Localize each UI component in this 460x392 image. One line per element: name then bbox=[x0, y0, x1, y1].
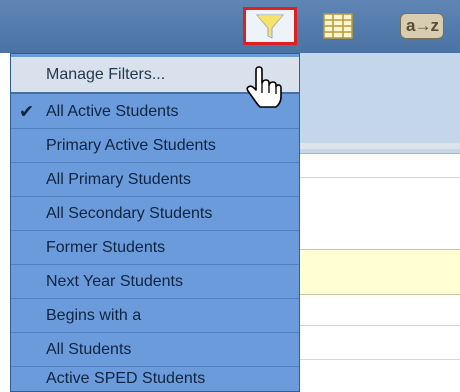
filter-item-former-students[interactable]: Former Students bbox=[11, 231, 299, 264]
filter-item-all-primary-students[interactable]: All Primary Students bbox=[11, 163, 299, 196]
filter-item-next-year-students[interactable]: Next Year Students bbox=[11, 265, 299, 298]
grid-icon bbox=[323, 13, 353, 39]
filter-item-label: All Students bbox=[46, 340, 132, 358]
filter-button[interactable] bbox=[243, 7, 297, 45]
bg-divider bbox=[300, 143, 460, 149]
grid-view-button[interactable] bbox=[320, 7, 356, 45]
filter-item-label: Former Students bbox=[46, 238, 166, 256]
filter-item-label: Next Year Students bbox=[46, 272, 183, 290]
checkmark-icon: ✔ bbox=[19, 101, 35, 121]
a-z-sort-icon: a→z bbox=[400, 13, 444, 39]
filter-item-label: Begins with a bbox=[46, 306, 142, 324]
filter-item-begins-with-a[interactable]: Begins with a bbox=[11, 299, 299, 332]
bg-highlight-row bbox=[300, 249, 460, 295]
filter-item-label: All Primary Students bbox=[46, 170, 191, 188]
filter-item-label: All Secondary Students bbox=[46, 204, 213, 222]
bg-row-line bbox=[300, 359, 460, 360]
toolbar: a→z bbox=[0, 0, 460, 53]
filter-item-all-students[interactable]: All Students bbox=[11, 333, 299, 366]
filter-item-primary-active-students[interactable]: Primary Active Students bbox=[11, 129, 299, 162]
bg-row-line bbox=[300, 325, 460, 326]
bg-header-band bbox=[300, 53, 460, 154]
funnel-icon bbox=[255, 14, 285, 39]
filter-item-active-sped-students[interactable]: Active SPED Students bbox=[11, 365, 299, 392]
filter-item-label: Active SPED Students bbox=[46, 369, 206, 387]
manage-filters-label: Manage Filters... bbox=[46, 65, 166, 83]
hand-cursor-icon bbox=[246, 66, 282, 108]
bg-row-line bbox=[300, 177, 460, 178]
sort-az-button[interactable]: a→z bbox=[398, 7, 446, 45]
sort-label: a→z bbox=[406, 16, 439, 35]
filter-item-label: All Active Students bbox=[46, 102, 179, 120]
filter-item-label: Primary Active Students bbox=[46, 136, 216, 154]
filter-item-all-secondary-students[interactable]: All Secondary Students bbox=[11, 197, 299, 230]
